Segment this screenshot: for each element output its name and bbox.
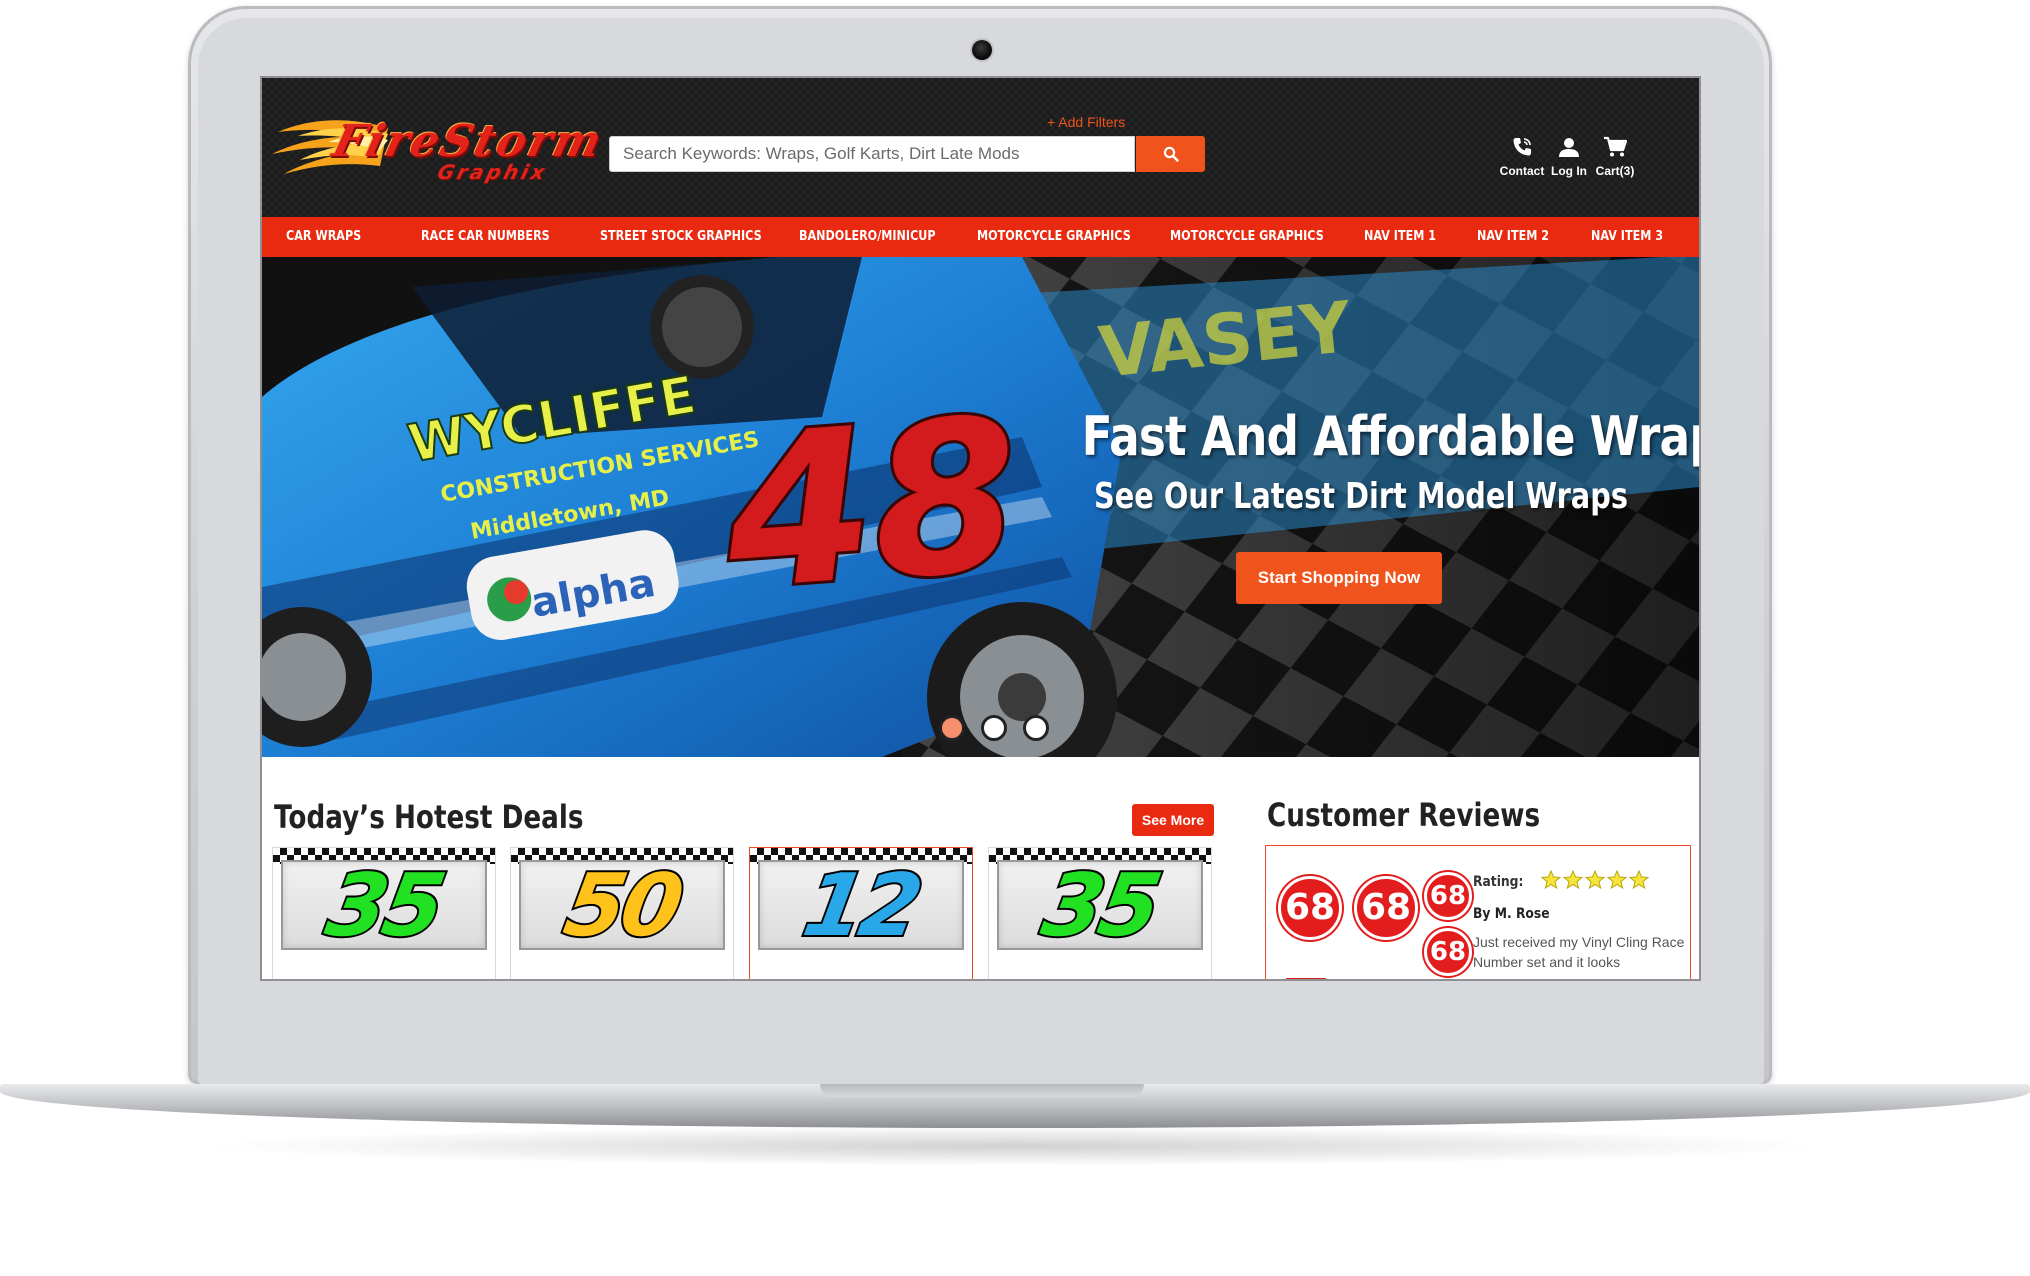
- review-product-image: 68 68 68 68 SM: [1272, 866, 1472, 979]
- deal-card[interactable]: 35: [988, 847, 1212, 979]
- main-nav: CAR WRAPS RACE CAR NUMBERS STREET STOCK …: [262, 217, 1699, 257]
- rating-label: Rating:: [1473, 874, 1524, 890]
- carousel-dot-3[interactable]: [1023, 715, 1049, 741]
- rating-stars: [1541, 870, 1649, 890]
- review-author: By M. Rose: [1473, 906, 1550, 922]
- number-badge: 68: [1424, 928, 1472, 976]
- car-number-text: 48: [717, 372, 1027, 637]
- contact-link[interactable]: Contact: [1495, 136, 1549, 180]
- nav-item-car-wraps[interactable]: CAR WRAPS: [286, 217, 361, 257]
- nav-item-race-car-numbers[interactable]: RACE CAR NUMBERS: [421, 217, 550, 257]
- cart-label: Cart(3): [1595, 164, 1635, 178]
- search-input[interactable]: [609, 136, 1135, 172]
- nav-item-2[interactable]: NAV ITEM 2: [1477, 217, 1549, 257]
- nav-item-street-stock-graphics[interactable]: STREET STOCK GRAPHICS: [600, 217, 762, 257]
- deal-number: 12: [794, 854, 927, 958]
- star-icon: [1563, 870, 1583, 890]
- star-icon: [1607, 870, 1627, 890]
- hero-subtitle: See Our Latest Dirt Model Wraps: [1094, 476, 1628, 517]
- logo-subwordmark: Graphix: [435, 160, 551, 184]
- start-shopping-button[interactable]: Start Shopping Now: [1236, 552, 1442, 604]
- add-filters-link[interactable]: + Add Filters: [1047, 114, 1125, 130]
- site-header: FireStorm Graphix + Add Filters Contact: [262, 78, 1699, 217]
- cart-link[interactable]: Cart(3): [1588, 136, 1642, 180]
- size-tag: SM: [1286, 978, 1326, 979]
- hero-title: Fast And Affordable Wraps: [1081, 405, 1699, 468]
- number-badge: 68: [1278, 876, 1342, 940]
- star-icon: [1541, 870, 1561, 890]
- carousel-dot-2[interactable]: [981, 715, 1007, 741]
- carousel-dot-1[interactable]: [939, 715, 965, 741]
- see-more-button[interactable]: See More: [1132, 804, 1214, 836]
- site-logo[interactable]: FireStorm Graphix: [270, 110, 609, 188]
- review-card: 68 68 68 68 SM Rating: By M. Rose Just r…: [1265, 845, 1691, 979]
- deals-title: Today’s Hotest Deals: [274, 798, 584, 836]
- star-icon: [1629, 870, 1649, 890]
- deal-number: 35: [317, 854, 450, 958]
- deal-number: 35: [1033, 854, 1166, 958]
- nav-item-3[interactable]: NAV ITEM 3: [1591, 217, 1663, 257]
- search-button[interactable]: [1136, 136, 1205, 172]
- phone-icon: [1513, 138, 1531, 156]
- deal-number: 50: [555, 854, 688, 958]
- nav-item-1[interactable]: NAV ITEM 1: [1364, 217, 1436, 257]
- deal-card[interactable]: 50: [510, 847, 734, 979]
- hero-banner: VASEY WYCLIFFE CONSTRUCTION SERVICES Mid…: [262, 257, 1699, 757]
- number-badge: 68: [1354, 876, 1418, 940]
- camera-icon: [972, 40, 992, 60]
- cart-icon: [1604, 136, 1627, 157]
- nav-item-motorcycle-graphics[interactable]: MOTORCYCLE GRAPHICS: [977, 217, 1131, 257]
- search-icon: [1163, 146, 1179, 162]
- login-label: Log In: [1551, 164, 1587, 178]
- user-icon: [1559, 138, 1579, 157]
- deal-card[interactable]: 35: [272, 847, 496, 979]
- reviews-title: Customer Reviews: [1267, 796, 1541, 834]
- number-badge: 68: [1424, 872, 1472, 920]
- nav-item-bandolero-minicup[interactable]: BANDOLERO/MINICUP: [799, 217, 936, 257]
- contact-label: Contact: [1499, 164, 1545, 178]
- star-icon: [1585, 870, 1605, 890]
- review-text: Just received my Vinyl Cling Race Number…: [1473, 934, 1685, 970]
- laptop-shadow: [200, 1126, 1830, 1166]
- deal-card[interactable]: 12: [749, 847, 973, 979]
- laptop-notch: [820, 1084, 1144, 1097]
- screen: FireStorm Graphix + Add Filters Contact: [262, 78, 1699, 979]
- nav-item-motorcycle-graphics-2[interactable]: MOTORCYCLE GRAPHICS: [1170, 217, 1324, 257]
